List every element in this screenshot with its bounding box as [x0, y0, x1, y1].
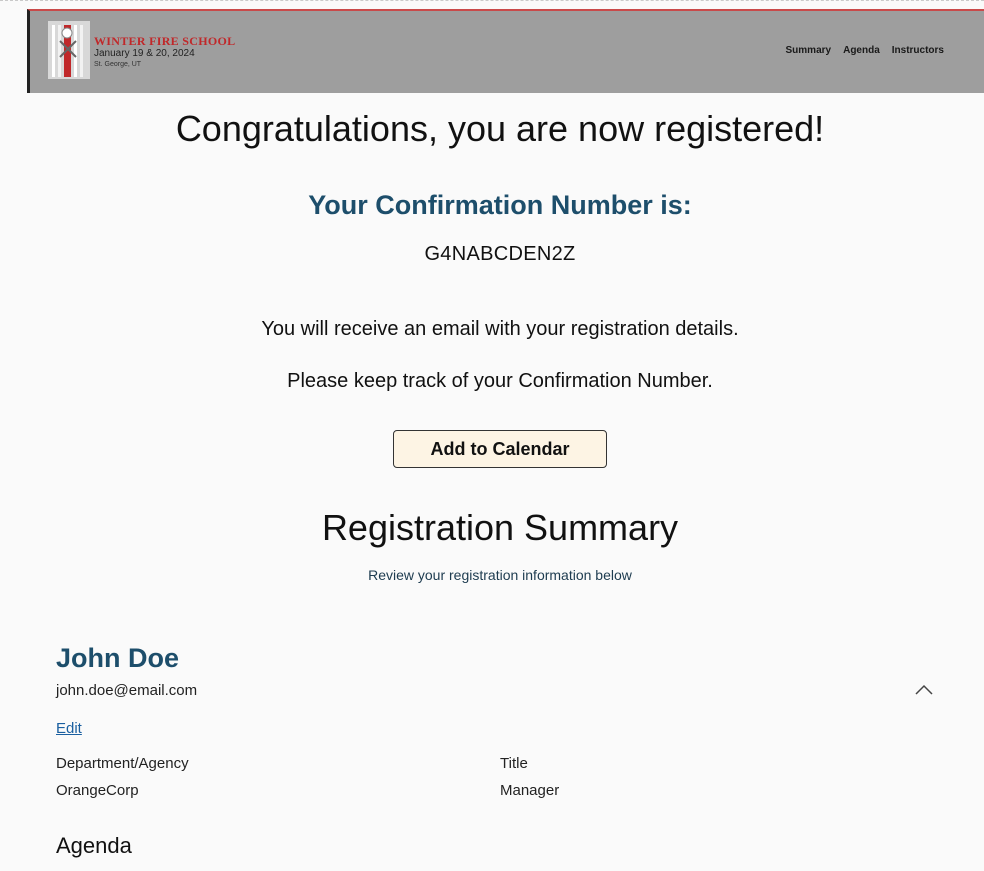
calendar-button-wrap: Add to Calendar — [0, 430, 984, 468]
edit-link[interactable]: Edit — [56, 720, 82, 737]
brand-block: WINTER FIRE SCHOOL January 19 & 20, 2024… — [94, 35, 235, 70]
header-nav: Summary Agenda Instructors — [786, 45, 944, 56]
summary-title: Registration Summary — [321, 507, 679, 548]
congrats-heading: Congratulations, you are now registered! — [175, 108, 825, 149]
nav-instructors[interactable]: Instructors — [892, 45, 944, 56]
email-notice: You will receive an email with your regi… — [261, 318, 739, 340]
confirmation-number-label: Your Confirmation Number is: — [308, 190, 692, 220]
brand-title: WINTER FIRE SCHOOL — [94, 34, 236, 48]
brand-dates: January 19 & 20, 2024 — [94, 48, 195, 59]
confirmation-number: G4NABCDEN2Z — [424, 243, 576, 265]
nav-summary[interactable]: Summary — [786, 45, 832, 56]
department-value: OrangeCorp — [56, 782, 139, 799]
title-value: Manager — [500, 782, 560, 799]
agenda-heading: Agenda — [56, 833, 132, 858]
top-divider — [0, 0, 984, 6]
brand-location: St. George, UT — [94, 61, 142, 68]
summary-subtitle: Review your registration information bel… — [368, 567, 632, 583]
nav-agenda[interactable]: Agenda — [843, 45, 880, 56]
title-label: Title — [500, 755, 528, 772]
track-notice: Please keep track of your Confirmation N… — [287, 370, 713, 392]
fire-school-logo — [48, 21, 90, 79]
registrant-name: John Doe — [56, 643, 180, 673]
add-to-calendar-button[interactable]: Add to Calendar — [393, 430, 607, 468]
department-label: Department/Agency — [56, 755, 189, 772]
site-header: WINTER FIRE SCHOOL January 19 & 20, 2024… — [27, 9, 984, 93]
chevron-up-icon[interactable] — [912, 680, 936, 700]
registrant-email: john.doe@email.com — [56, 682, 198, 699]
